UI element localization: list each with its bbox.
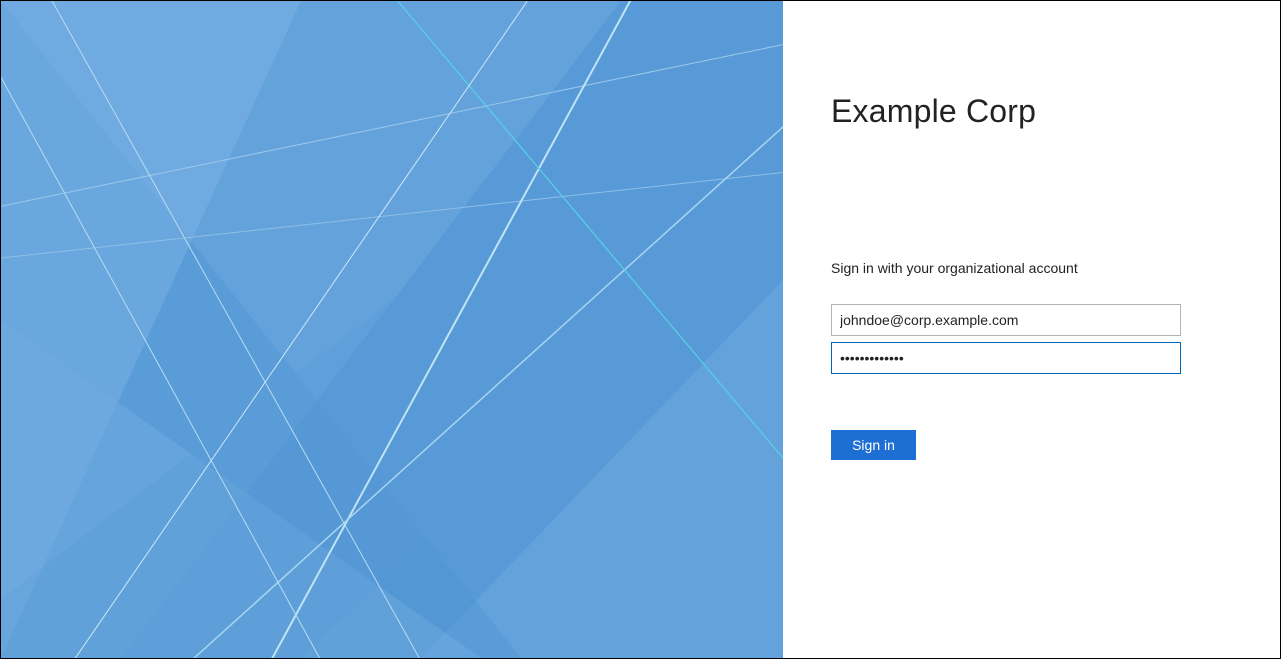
signin-button[interactable]: Sign in — [831, 430, 916, 460]
password-field[interactable] — [831, 342, 1181, 374]
signin-panel: Example Corp Sign in with your organizat… — [783, 1, 1280, 658]
org-name: Example Corp — [831, 93, 1232, 130]
illustration-svg — [1, 1, 783, 658]
username-field[interactable] — [831, 304, 1181, 336]
signin-hint: Sign in with your organizational account — [831, 260, 1232, 276]
adfs-illustration — [1, 1, 783, 658]
